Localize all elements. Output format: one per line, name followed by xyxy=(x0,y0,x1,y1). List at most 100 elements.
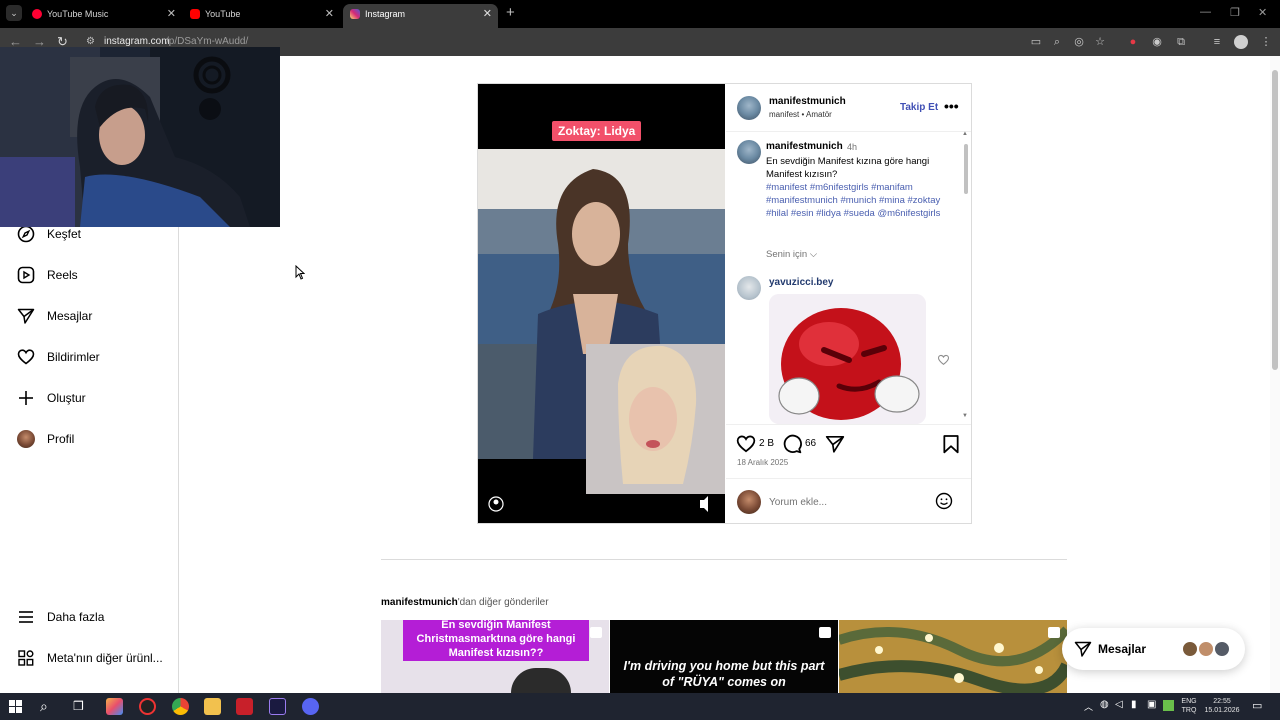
extension-red-icon[interactable]: ● xyxy=(1126,35,1140,49)
extensions-puzzle-icon[interactable]: ⧉ xyxy=(1174,35,1188,49)
clock[interactable]: 22:55 15.01.2026 xyxy=(1200,697,1244,715)
caption-hashtags[interactable]: #manifest #m6nifestgirls #manifam #manif… xyxy=(766,181,962,220)
author-avatar[interactable] xyxy=(737,96,761,120)
emoji-icon[interactable] xyxy=(935,492,953,515)
tab-youtube[interactable]: YouTube ✕ xyxy=(190,4,334,24)
comment-like-icon[interactable] xyxy=(937,353,950,371)
volume-icon[interactable]: ◁ xyxy=(1115,699,1123,710)
sidebar-item-more[interactable]: Daha fazla xyxy=(17,605,104,629)
share-paper-plane-icon[interactable] xyxy=(825,434,845,454)
page-scrollbar-thumb[interactable] xyxy=(1272,70,1278,370)
messages-pill-button[interactable]: Mesajlar xyxy=(1062,628,1245,670)
comment-bubble-icon[interactable] xyxy=(782,434,802,454)
close-window-icon[interactable]: ✕ xyxy=(1258,6,1267,19)
language-indicator[interactable]: ENG TRQ xyxy=(1178,697,1200,715)
new-tab-button[interactable]: + xyxy=(506,4,515,22)
bookmark-star-icon[interactable]: ☆ xyxy=(1093,35,1107,49)
caption-author-name[interactable]: manifestmunich xyxy=(766,141,843,152)
thumb-caption-text: En sevdiğin Manifest Christmasmarktına g… xyxy=(416,620,576,659)
sidebar-item-notifications[interactable]: Bildirimler xyxy=(17,345,100,369)
angry-red-mascot-image xyxy=(769,294,926,424)
like-count[interactable]: 2 B xyxy=(759,438,774,449)
clock-date: 15.01.2026 xyxy=(1204,707,1240,714)
search-icon[interactable]: ⌕ xyxy=(40,698,48,715)
tray-chevron-icon[interactable]: ︿ xyxy=(1084,700,1093,713)
divider xyxy=(726,478,971,479)
obs-app-icon[interactable] xyxy=(139,698,156,715)
sidebar-item-label: Profil xyxy=(47,432,75,446)
webcam-overlay xyxy=(0,47,280,227)
follow-button[interactable]: Takip Et xyxy=(900,102,938,113)
copilot-icon[interactable] xyxy=(106,698,123,715)
scroll-down-arrow-icon[interactable]: ▼ xyxy=(962,413,968,419)
comment-count[interactable]: 66 xyxy=(805,438,816,449)
tab-instagram[interactable]: Instagram ✕ xyxy=(343,4,498,28)
premiere-pro-icon[interactable] xyxy=(269,698,286,715)
eye-off-icon[interactable]: ◎ xyxy=(1072,35,1086,49)
divider xyxy=(726,131,971,132)
more-post-thumb-3[interactable] xyxy=(839,620,1067,693)
webcam-feed-image xyxy=(0,47,280,227)
file-explorer-icon[interactable] xyxy=(204,698,221,715)
close-tab-icon[interactable]: ✕ xyxy=(325,4,334,24)
more-posts-username[interactable]: manifestmunich xyxy=(381,597,458,608)
compass-icon xyxy=(17,225,35,243)
sidebar-item-create[interactable]: Oluştur xyxy=(17,386,86,410)
add-comment-input[interactable] xyxy=(769,494,919,510)
sidebar-item-reels[interactable]: Reels xyxy=(17,263,78,287)
zoom-icon[interactable]: ⌕ xyxy=(1050,35,1064,49)
commenter-avatar[interactable] xyxy=(737,276,761,300)
sidebar-item-profile[interactable]: Profil xyxy=(17,427,74,451)
thumb-caption-text: I'm driving you home but this part of "R… xyxy=(623,659,825,689)
instagram-favicon-icon xyxy=(350,9,360,19)
comment-author-name[interactable]: yavuzicci.bey xyxy=(769,277,833,288)
scroll-up-arrow-icon[interactable]: ▲ xyxy=(962,131,968,137)
microphone-icon[interactable]: ▮ xyxy=(1131,699,1137,710)
media-control-icon[interactable]: ≡ xyxy=(1210,35,1224,49)
page-scrollbar[interactable] xyxy=(1270,56,1280,693)
post-date: 18 Aralık 2025 xyxy=(737,458,789,467)
minimize-icon[interactable]: — xyxy=(1200,6,1211,18)
notifications-icon[interactable]: ▭ xyxy=(1252,699,1262,712)
youtube-music-favicon-icon xyxy=(32,9,42,19)
tray-green-app-icon[interactable] xyxy=(1163,700,1174,711)
comment-sort-dropdown[interactable]: Senin için ⌵ xyxy=(766,249,817,260)
sidebar-item-label: Meta'nın diğer ürünl... xyxy=(47,651,163,665)
sidebar-item-meta-products[interactable]: Meta'nın diğer ürünl... xyxy=(17,646,163,670)
network-icon[interactable]: ▣ xyxy=(1147,699,1156,710)
more-post-thumb-1[interactable]: En sevdiğin Manifest Christmasmarktına g… xyxy=(381,620,609,693)
like-heart-icon[interactable] xyxy=(736,434,756,454)
close-tab-icon[interactable]: ✕ xyxy=(167,4,176,24)
tray-app-icon[interactable]: ◍ xyxy=(1100,699,1109,710)
extension-icon[interactable]: ◉ xyxy=(1150,35,1164,49)
more-options-icon[interactable]: ••• xyxy=(944,98,959,114)
christmas-lights-image xyxy=(839,620,1067,693)
tab-title: YouTube xyxy=(205,9,241,19)
discord-icon[interactable] xyxy=(302,698,319,715)
comment-sticker xyxy=(769,294,926,424)
profile-avatar[interactable] xyxy=(1234,35,1248,49)
sidebar-item-label: Keşfet xyxy=(47,227,82,241)
windows-start-icon[interactable] xyxy=(9,700,22,718)
task-view-icon[interactable]: ❒ xyxy=(73,699,84,713)
save-bookmark-icon[interactable] xyxy=(941,434,961,454)
comments-scrollbar-thumb[interactable] xyxy=(964,144,968,194)
sidebar-item-label: Oluştur xyxy=(47,391,86,405)
more-post-thumb-2[interactable]: I'm driving you home but this part of "R… xyxy=(610,620,838,693)
post-author-subtitle[interactable]: manifest • Amatör xyxy=(769,110,832,119)
post-media[interactable] xyxy=(478,84,725,523)
maximize-icon[interactable]: ❐ xyxy=(1230,6,1240,19)
tab-search-button[interactable]: ⌄ xyxy=(6,5,22,21)
browser-menu-icon[interactable]: ⋮ xyxy=(1259,35,1273,49)
close-tab-icon[interactable]: ✕ xyxy=(483,4,492,24)
chrome-icon[interactable] xyxy=(172,698,189,715)
tab-youtube-music[interactable]: YouTube Music ✕ xyxy=(32,4,176,24)
grid-icon xyxy=(17,649,35,667)
post-author-name[interactable]: manifestmunich xyxy=(769,96,846,107)
paper-plane-icon xyxy=(17,307,35,325)
voicemod-icon[interactable] xyxy=(236,698,253,715)
caption-author-avatar[interactable] xyxy=(737,140,761,164)
install-app-icon[interactable]: ▭ xyxy=(1029,35,1043,49)
sidebar-item-messages[interactable]: Mesajlar xyxy=(17,304,92,328)
more-posts-heading-suffix: 'dan diğer gönderiler xyxy=(457,597,549,608)
